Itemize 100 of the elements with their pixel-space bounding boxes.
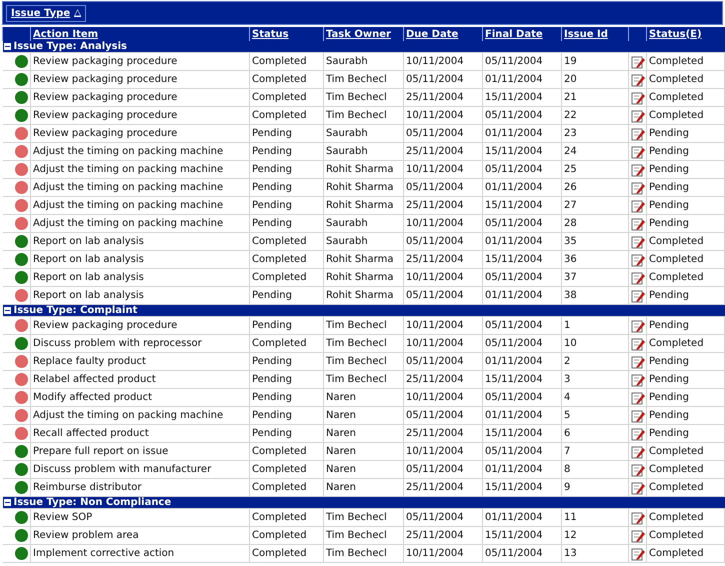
table-cell: Pending — [646, 160, 724, 178]
column-header[interactable]: Final Date — [482, 27, 562, 41]
edit-note-icon[interactable] — [630, 426, 644, 440]
table-cell: Completed — [250, 250, 324, 268]
column-header[interactable]: Due Date — [404, 27, 482, 41]
table-cell: Completed — [646, 334, 724, 352]
edit-note-icon[interactable] — [630, 510, 644, 524]
table-cell: Pending — [250, 142, 324, 160]
table-cell: 01/11/2004 — [482, 178, 562, 196]
edit-note-icon[interactable] — [630, 108, 644, 122]
table-cell: 28 — [562, 214, 628, 232]
table-cell: Review packaging procedure — [30, 124, 250, 142]
table-cell: 35 — [562, 232, 628, 250]
table-cell: Adjust the timing on packing machine — [30, 406, 250, 424]
table-cell: Pending — [646, 214, 724, 232]
table-cell: Pending — [250, 406, 324, 424]
table-cell: Tim Bechecl — [324, 370, 404, 388]
table-cell: Naren — [324, 388, 404, 406]
table-cell: Adjust the timing on packing machine — [30, 196, 250, 214]
edit-note-icon[interactable] — [630, 72, 644, 86]
column-header[interactable]: Issue Id — [562, 27, 628, 41]
edit-note-icon[interactable] — [630, 480, 644, 494]
edit-note-icon[interactable] — [630, 270, 644, 284]
table-cell: Completed — [250, 460, 324, 478]
edit-note-icon[interactable] — [630, 216, 644, 230]
table-cell: Report on lab analysis — [30, 232, 250, 250]
edit-note-icon[interactable] — [630, 234, 644, 248]
table-cell: Rohit Sharma — [324, 178, 404, 196]
collapse-toggle-icon[interactable] — [4, 43, 10, 50]
edit-note-icon[interactable] — [630, 336, 644, 350]
column-header[interactable]: Task Owner — [324, 27, 404, 41]
edit-note-icon[interactable] — [630, 144, 644, 158]
edit-note-icon[interactable] — [630, 54, 644, 68]
table-cell: 10/11/2004 — [404, 214, 482, 232]
edit-note-icon[interactable] — [630, 126, 644, 140]
edit-note-icon[interactable] — [630, 318, 644, 332]
table-cell: Saurabh — [324, 142, 404, 160]
table-cell: Discuss problem with reprocessor — [30, 334, 250, 352]
column-header[interactable]: Status(E) — [646, 27, 724, 41]
table-cell: Pending — [646, 196, 724, 214]
table-cell: Completed — [250, 544, 324, 562]
table-cell: 01/11/2004 — [482, 460, 562, 478]
edit-note-icon[interactable] — [630, 408, 644, 422]
table-cell: 15/11/2004 — [482, 142, 562, 160]
table-cell: Pending — [646, 124, 724, 142]
table-cell: Discuss problem with manufacturer — [30, 460, 250, 478]
table-cell: 10/11/2004 — [404, 388, 482, 406]
table-cell: 22 — [562, 106, 628, 124]
table-cell: 05/11/2004 — [404, 124, 482, 142]
table-cell: 10/11/2004 — [404, 316, 482, 334]
edit-note-icon[interactable] — [630, 162, 644, 176]
table-cell: Pending — [646, 316, 724, 334]
edit-note-icon[interactable] — [630, 288, 644, 302]
table-cell: 05/11/2004 — [482, 388, 562, 406]
table-cell: Completed — [646, 250, 724, 268]
column-header[interactable]: Status — [250, 27, 324, 41]
edit-note-icon[interactable] — [630, 252, 644, 266]
table-cell: 10/11/2004 — [404, 334, 482, 352]
edit-note-icon[interactable] — [630, 354, 644, 368]
table-cell: 2 — [562, 352, 628, 370]
table-cell: 05/11/2004 — [482, 442, 562, 460]
table-cell: 05/11/2004 — [404, 352, 482, 370]
table-cell: 15/11/2004 — [482, 370, 562, 388]
table-cell: Modify affected product — [30, 388, 250, 406]
table-cell: Tim Bechecl — [324, 88, 404, 106]
table-cell: Tim Bechecl — [324, 70, 404, 88]
table-cell: Completed — [646, 106, 724, 124]
table-cell: Pending — [250, 388, 324, 406]
table-cell: Pending — [646, 370, 724, 388]
table-cell: 01/11/2004 — [482, 352, 562, 370]
table-cell: Rohit Sharma — [324, 160, 404, 178]
table-cell: Review problem area — [30, 526, 250, 544]
column-header[interactable]: Action Item — [30, 27, 250, 41]
table-cell: 10/11/2004 — [404, 106, 482, 124]
table-cell: 27 — [562, 196, 628, 214]
collapse-toggle-icon[interactable] — [4, 499, 10, 506]
table-cell: Review packaging procedure — [30, 52, 250, 70]
table-cell: Pending — [250, 160, 324, 178]
table-cell: Completed — [646, 460, 724, 478]
edit-note-icon[interactable] — [630, 372, 644, 386]
table-cell: 25/11/2004 — [404, 88, 482, 106]
table-cell: Tim Bechecl — [324, 508, 404, 526]
table-cell: Report on lab analysis — [30, 268, 250, 286]
table-cell: 25/11/2004 — [404, 370, 482, 388]
edit-note-icon[interactable] — [630, 444, 644, 458]
edit-note-icon[interactable] — [630, 180, 644, 194]
table-cell: 25/11/2004 — [404, 424, 482, 442]
edit-note-icon[interactable] — [630, 462, 644, 476]
table-cell: 3 — [562, 370, 628, 388]
edit-note-icon[interactable] — [630, 528, 644, 542]
edit-note-icon[interactable] — [630, 198, 644, 212]
edit-note-icon[interactable] — [630, 390, 644, 404]
collapse-toggle-icon[interactable] — [4, 307, 10, 314]
table-cell: 05/11/2004 — [404, 508, 482, 526]
edit-note-icon[interactable] — [630, 546, 644, 560]
table-cell: Naren — [324, 424, 404, 442]
group-by-chip[interactable]: Issue Type △ — [6, 4, 86, 22]
table-cell: 05/11/2004 — [482, 106, 562, 124]
edit-note-icon[interactable] — [630, 90, 644, 104]
table-cell: Completed — [646, 268, 724, 286]
